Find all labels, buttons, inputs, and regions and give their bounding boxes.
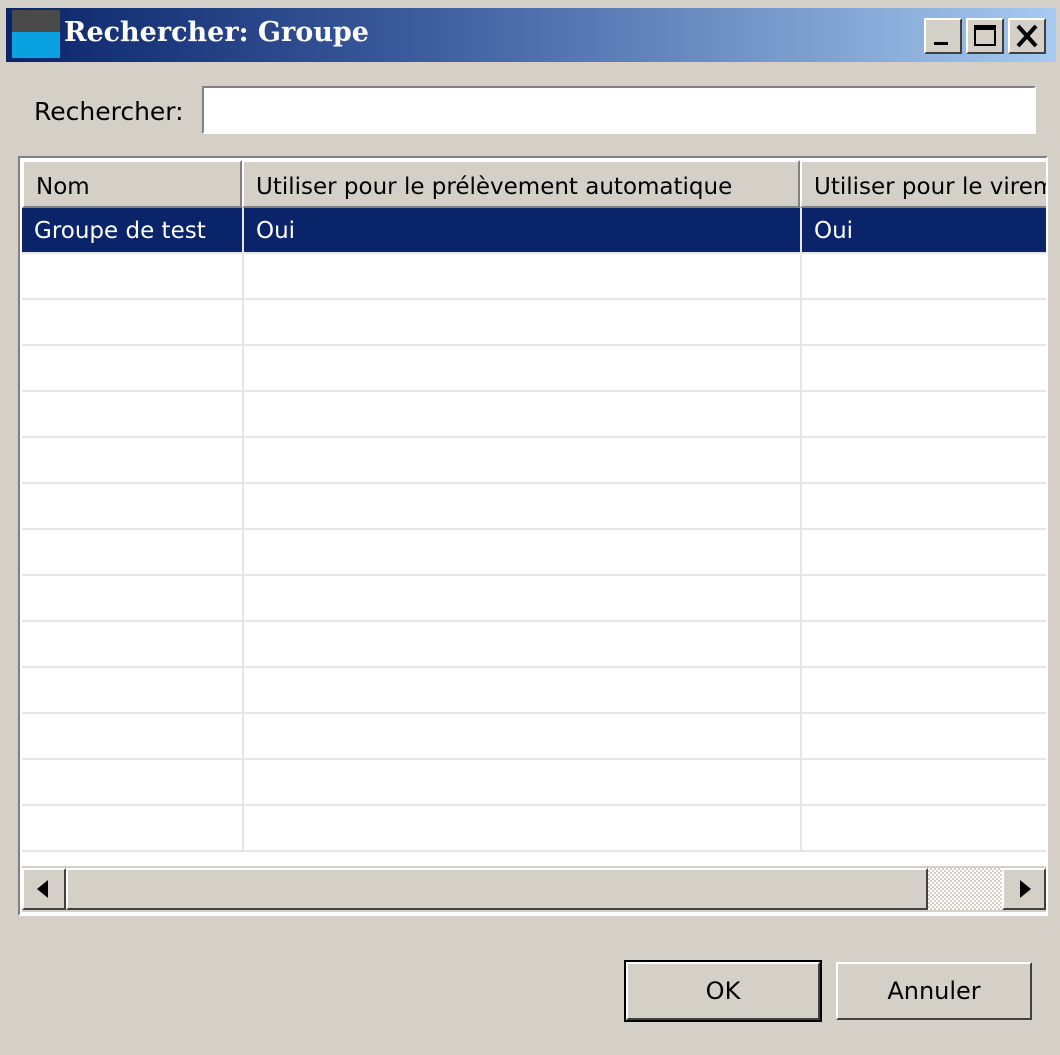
table-row-empty[interactable] — [22, 254, 1046, 300]
table-cell-prelevement — [244, 668, 802, 712]
table-cell-prelevement — [244, 438, 802, 482]
table-cell-virement — [802, 346, 1046, 390]
table-cell-virement — [802, 622, 1046, 666]
table-row-empty[interactable] — [22, 760, 1046, 806]
table-row-empty[interactable] — [22, 392, 1046, 438]
table-cell-prelevement — [244, 806, 802, 850]
maximize-button[interactable] — [966, 18, 1004, 54]
table-cell-nom — [22, 622, 244, 666]
table-cell-prelevement — [244, 530, 802, 574]
arrow-left-icon — [37, 880, 48, 898]
table-row-empty[interactable] — [22, 576, 1046, 622]
table-cell-nom — [22, 806, 244, 850]
table-cell-virement — [802, 484, 1046, 528]
table-row-empty[interactable] — [22, 438, 1046, 484]
window-title: Rechercher: Groupe — [64, 17, 369, 48]
table-cell-prelevement — [244, 576, 802, 620]
search-input[interactable] — [202, 86, 1036, 134]
table-cell-nom — [22, 484, 244, 528]
table-viewport: Nom Utiliser pour le prélèvement automat… — [22, 160, 1046, 866]
search-label: Rechercher: — [34, 97, 184, 126]
table-cell-nom — [22, 530, 244, 574]
table-cell-nom — [22, 714, 244, 758]
table-header: Nom Utiliser pour le prélèvement automat… — [22, 160, 1046, 208]
column-header-nom[interactable]: Nom — [22, 160, 242, 208]
table-cell-nom — [22, 760, 244, 804]
column-header-virement[interactable]: Utiliser pour le virement — [800, 160, 1046, 208]
arrow-right-icon — [1020, 880, 1031, 898]
table-cell-nom — [22, 668, 244, 712]
table-row-empty[interactable] — [22, 668, 1046, 714]
table-cell-prelevement — [244, 346, 802, 390]
table-cell-prelevement — [244, 760, 802, 804]
table-cell-prelevement — [244, 300, 802, 344]
minimize-icon — [934, 42, 948, 45]
ok-button[interactable]: OK — [624, 960, 822, 1022]
table-cell-prelevement — [244, 392, 802, 436]
search-group-dialog: Rechercher: Groupe Rechercher: Nom Utili… — [0, 0, 1060, 1055]
horizontal-scrollbar[interactable] — [22, 866, 1046, 912]
table-cell-nom: Groupe de test — [22, 208, 244, 252]
table-cell-nom — [22, 392, 244, 436]
table-cell-prelevement — [244, 622, 802, 666]
close-icon — [1016, 24, 1038, 48]
table-cell-nom — [22, 346, 244, 390]
table-cell-nom — [22, 300, 244, 344]
maximize-icon — [974, 25, 996, 46]
table-cell-virement — [802, 714, 1046, 758]
close-button[interactable] — [1008, 18, 1046, 54]
table-row-empty[interactable] — [22, 622, 1046, 668]
table-cell-virement — [802, 530, 1046, 574]
minimize-button[interactable] — [924, 18, 962, 54]
table-row-empty[interactable] — [22, 806, 1046, 852]
table-cell-nom — [22, 254, 244, 298]
table-cell-virement — [802, 760, 1046, 804]
table-cell-virement — [802, 392, 1046, 436]
table-cell-nom — [22, 576, 244, 620]
title-bar[interactable]: Rechercher: Groupe — [6, 8, 1056, 62]
table-cell-prelevement — [244, 254, 802, 298]
table-row-empty[interactable] — [22, 530, 1046, 576]
column-header-prelevement[interactable]: Utiliser pour le prélèvement automatique — [242, 160, 800, 208]
table-cell-virement — [802, 300, 1046, 344]
table-cell-prelevement — [244, 714, 802, 758]
table-row-empty[interactable] — [22, 714, 1046, 760]
cancel-button[interactable]: Annuler — [836, 962, 1032, 1020]
table-cell-virement — [802, 806, 1046, 850]
table-cell-virement — [802, 254, 1046, 298]
results-table: Nom Utiliser pour le prélèvement automat… — [18, 156, 1048, 916]
table-cell-virement — [802, 576, 1046, 620]
table-cell-virement: Oui — [802, 208, 1046, 252]
app-icon — [12, 10, 60, 58]
table-cell-virement — [802, 438, 1046, 482]
table-row-empty[interactable] — [22, 346, 1046, 392]
table-row[interactable]: Groupe de test Oui Oui — [22, 208, 1046, 254]
table-cell-prelevement — [244, 484, 802, 528]
table-cell-virement — [802, 668, 1046, 712]
table-cell-prelevement: Oui — [244, 208, 802, 252]
table-row-empty[interactable] — [22, 484, 1046, 530]
table-row-empty[interactable] — [22, 300, 1046, 346]
scrollbar-thumb[interactable] — [66, 868, 928, 910]
scroll-left-button[interactable] — [22, 868, 66, 910]
table-cell-nom — [22, 438, 244, 482]
scroll-right-button[interactable] — [1002, 868, 1046, 910]
